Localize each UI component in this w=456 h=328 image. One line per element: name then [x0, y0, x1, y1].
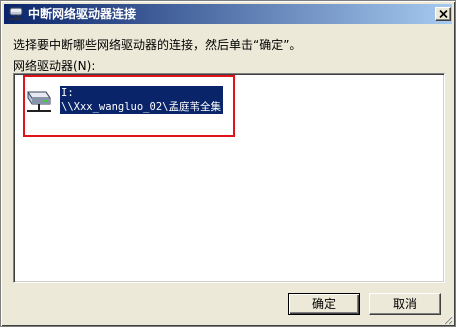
title-bar[interactable]: 中断网络驱动器连接 [4, 4, 452, 24]
resize-grip-icon[interactable] [441, 313, 453, 325]
disconnect-network-drive-dialog: 中断网络驱动器连接 选择要中断哪些网络驱动器的连接，然后单击“确定”。 网络驱动… [0, 0, 456, 327]
close-icon [439, 10, 448, 18]
ok-button[interactable]: 确定 [288, 293, 360, 315]
instruction-text: 选择要中断哪些网络驱动器的连接，然后单击“确定”。 [13, 38, 302, 52]
cancel-button[interactable]: 取消 [369, 293, 441, 315]
close-button[interactable] [435, 7, 451, 21]
window-title: 中断网络驱动器连接 [28, 7, 137, 21]
annotation-highlight-box [23, 75, 235, 137]
network-drive-title-icon [8, 6, 24, 22]
network-drives-label: 网络驱动器(N): [13, 59, 96, 73]
